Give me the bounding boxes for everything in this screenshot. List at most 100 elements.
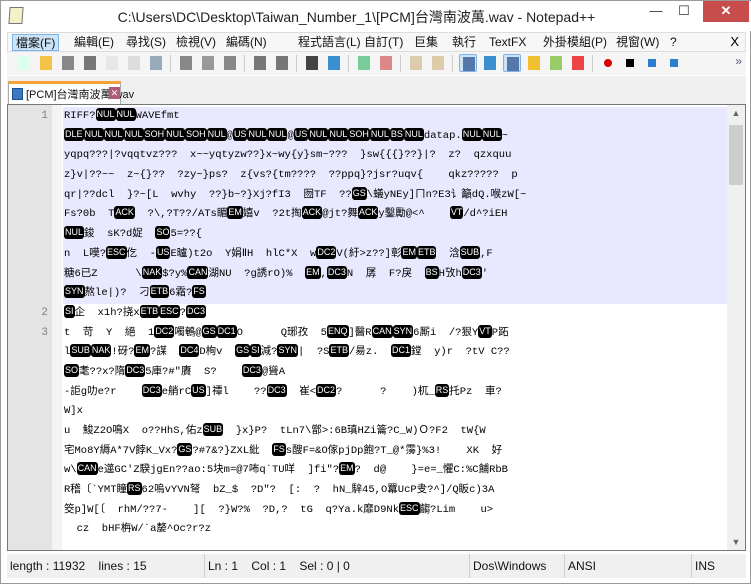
save-button[interactable] [59,54,77,72]
toolbar-separator [400,55,401,72]
cut-icon [180,56,192,70]
paste-icon [224,56,236,70]
undo-button[interactable] [251,54,269,72]
open-file-button[interactable] [37,54,55,72]
new-file-button[interactable] [15,54,33,72]
toolbar: » [7,52,746,75]
title-bar: C:\Users\DC\Desktop\Taiwan_Number_1\[PCM… [1,1,751,31]
find-button[interactable] [303,54,321,72]
control-char-badge: US [232,127,248,141]
text-row: SI企 x1h?挠xETB ESC?DC3 [64,304,206,319]
text-row: NUL鋑 sK?d娖 SO5=??{ [64,226,202,241]
editor-line[interactable]: 3 t 苛 Y 絕 1DC2噣鵪@GS DC1O Q琊孜 5ENQ]醫RCAN SYN… [41,324,728,541]
copy-button[interactable] [199,54,217,72]
menu-item-4[interactable]: 編碼(N) [223,34,270,51]
text-row: lSUB NAK!砑?EM?謀 DC4D栒v GS SI減?SYN| ?SETB/昜… [64,344,510,359]
text-row: u 鮻Z2O鳴X o??HhS,佑zSUB }x}P? tLn7\鄫>:6B瑱H… [64,423,486,437]
user-defined-language-button[interactable] [525,54,543,72]
menu-item-12[interactable]: ? [667,34,680,51]
menu-item-10[interactable]: 外掛模組(P) [540,34,610,51]
control-char-badge: CAN [76,462,98,476]
control-char-badge: ACK [114,206,135,220]
menu-bar: 檔案(F) 編輯(E) 尋找(S) 檢視(V) 編碼(N) 程式語言(L) 自訂(T) 巨集執… [7,32,746,52]
control-char-badge: ACK [357,206,379,220]
control-char-badge: SYN [392,324,414,338]
play-macro-icon [648,59,656,67]
text-row: w\CANe遾GC'Z騤jgEn??ao:5块m=@7咘q`TU咩 ]fi"?E… [64,462,508,477]
function-list-button[interactable] [569,54,587,72]
text-area[interactable]: 1 RIFF?NUL NULWAVEfmt DLE NUL NUL NUL SOH NUL SO… [41,107,728,541]
word-wrap-button[interactable] [459,54,477,72]
scrollbar-thumb[interactable] [729,125,743,185]
control-char-badge: FS [192,285,206,299]
menu-item-6[interactable]: 自訂(T) [361,34,406,51]
zoom-out-button[interactable] [377,54,395,72]
scroll-up-icon[interactable]: ▲ [727,105,745,121]
cut-button[interactable] [177,54,195,72]
user-defined-language-icon [528,56,540,70]
redo-button[interactable] [273,54,291,72]
close-all-button[interactable] [125,54,143,72]
scroll-down-icon[interactable]: ▼ [727,534,745,550]
sync-vertical-button[interactable] [407,54,425,72]
control-char-badge: ENQ [326,324,349,338]
control-char-badge: DC3 [266,383,287,397]
text-row: -詎g叻e?r DC3e艄rCUS]禫l ??DC3 崔<DC2? ? )杌_R… [64,383,502,398]
record-macro-button[interactable] [599,54,617,72]
toolbar-separator [452,55,453,72]
menu-item-8[interactable]: 執行 [449,34,479,51]
control-char-badge: NUL [461,127,482,141]
menu-item-0[interactable]: 檔案(F) [12,34,60,51]
play-macro-button[interactable] [643,54,661,72]
stop-record-button[interactable] [621,54,639,72]
text-row: cz bHF栴W/`a嫠^Oc?r?z [64,523,212,536]
tab-close-button[interactable]: ✕ [109,87,120,99]
save-all-button[interactable] [81,54,99,72]
menu-item-3[interactable]: 檢視(V) [173,34,219,51]
maximize-button[interactable]: ☐ [669,1,699,22]
text-row: qr|??dcl }?~[L wvhy ??}b~?}Xj?fI3 囫TF ??… [64,186,527,201]
control-char-badge: ETB [139,304,160,318]
control-char-badge: ETB [149,285,170,299]
menu-item-11[interactable]: 視窗(W) [613,34,662,51]
editor[interactable]: 1 RIFF?NUL NULWAVEfmt DLE NUL NUL NUL SOH NUL SO… [7,104,746,551]
text-row: SO耄??x?隋DC35庫?#"賡 S? DC3@聳A [64,363,285,378]
toolbar-separator [348,55,349,72]
control-char-badge: SI [250,344,261,358]
editor-line[interactable]: 1 RIFF?NUL NULWAVEfmt DLE NUL NUL NUL SOH NUL SO… [41,107,728,304]
paste-button[interactable] [221,54,239,72]
replace-button[interactable] [325,54,343,72]
editor-line[interactable]: 2 SI企 x1h?挠xETB ESC?DC3 [41,304,728,324]
control-char-badge: SOH [185,127,207,141]
sync-horizontal-button[interactable] [429,54,447,72]
menu-item-2[interactable]: 尋找(S) [123,34,169,51]
close-all-icon [128,56,140,70]
control-char-badge: BS [389,127,404,141]
zoom-in-button[interactable] [355,54,373,72]
status-length-lines: length : 11932 lines : 15 [7,554,204,578]
menu-item-9[interactable]: TextFX [486,34,529,51]
text-row: t 苛 Y 絕 1DC2噣鵪@GS DC1O Q琊孜 5ENQ]醫RCAN SYN6… [64,324,509,339]
text-row: W]x [64,405,83,418]
close-window-button[interactable]: ✕ [703,1,749,22]
vertical-scrollbar[interactable]: ▲ ▼ [727,105,745,550]
control-char-badge: NUL [83,127,104,141]
toolbar-overflow-button[interactable]: » [735,54,742,68]
indent-guide-button[interactable] [503,54,521,72]
tab-bar: [PCM]台灣南波萬.wav ✕ [7,76,746,104]
run-macro-multiple-button[interactable] [665,54,683,72]
print-button[interactable] [147,54,165,72]
menu-item-1[interactable]: 編輯(E) [71,34,117,51]
minimize-button[interactable]: — [641,1,671,22]
close-document-button[interactable]: X [730,34,739,49]
show-all-chars-icon [484,56,496,70]
word-wrap-icon [463,57,475,71]
show-all-chars-button[interactable] [481,54,499,72]
menu-item-7[interactable]: 巨集 [411,34,441,51]
control-char-badge: DC3 [241,363,262,377]
doc-map-button[interactable] [547,54,565,72]
close-button[interactable] [103,54,121,72]
menu-item-5[interactable]: 程式語言(L) [295,34,364,51]
tab-file[interactable]: [PCM]台灣南波萬.wav ✕ [8,81,134,104]
text-row: RIFF?NUL NULWAVEfmt [64,108,186,122]
